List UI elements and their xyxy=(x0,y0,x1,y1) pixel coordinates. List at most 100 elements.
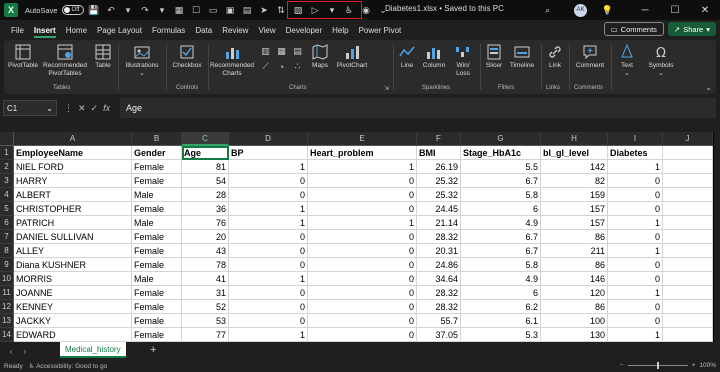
table-cell[interactable]: 0 xyxy=(308,244,417,258)
hierarchy-chart-icon[interactable]: ▦ xyxy=(275,45,288,58)
table-cell[interactable]: 54 xyxy=(182,174,229,188)
header-cell[interactable]: BMI xyxy=(417,146,461,160)
table-cell[interactable]: 20 xyxy=(182,230,229,244)
table-cell[interactable]: 20.31 xyxy=(417,244,461,258)
tab-help[interactable]: Help xyxy=(327,20,353,40)
empty-cell[interactable] xyxy=(663,328,713,342)
table-cell[interactable]: 130 xyxy=(541,328,608,342)
tab-view[interactable]: View xyxy=(253,20,280,40)
slicer-button[interactable]: Slicer xyxy=(482,44,506,70)
line-chart-icon[interactable]: ⟋ xyxy=(259,60,272,73)
zoom-out-icon[interactable]: − xyxy=(620,362,624,369)
table-cell[interactable]: 1 xyxy=(229,202,308,216)
empty-cell[interactable] xyxy=(663,286,713,300)
header-cell[interactable]: bl_gl_level xyxy=(541,146,608,160)
accessibility-status[interactable]: ♿ Accessibility: Good to go xyxy=(29,362,107,370)
table-cell[interactable]: 0 xyxy=(608,314,663,328)
column-header-c[interactable]: C xyxy=(182,132,229,146)
table-cell[interactable]: Male xyxy=(132,216,182,230)
close-button[interactable]: ✕ xyxy=(690,0,720,20)
table-cell[interactable]: 0 xyxy=(608,272,663,286)
header-cell[interactable]: Gender xyxy=(132,146,182,160)
table-cell[interactable]: ALLEY xyxy=(14,244,132,258)
table-cell[interactable]: 0 xyxy=(229,286,308,300)
column-header-a[interactable]: A xyxy=(14,132,132,146)
table-cell[interactable]: 1 xyxy=(608,244,663,258)
table-cell[interactable]: 28.32 xyxy=(417,300,461,314)
sort-icon[interactable]: ⇅ xyxy=(275,4,288,17)
table-cell[interactable]: 157 xyxy=(541,216,608,230)
empty-cell[interactable] xyxy=(663,160,713,174)
sparkline-winloss-button[interactable]: Win/ Loss xyxy=(450,44,476,77)
comments-button[interactable]: ▭ Comments xyxy=(603,22,664,36)
row-header-7[interactable]: 7 xyxy=(0,230,14,244)
row-header-11[interactable]: 11 xyxy=(0,286,14,300)
statistic-chart-icon[interactable]: ▤ xyxy=(291,45,304,58)
table-cell[interactable]: DANIEL SULLIVAN xyxy=(14,230,132,244)
name-box[interactable]: C1 ⌄ xyxy=(3,100,57,116)
scatter-chart-icon[interactable]: ∴ xyxy=(291,60,304,73)
table-cell[interactable]: 1 xyxy=(308,216,417,230)
tab-data[interactable]: Data xyxy=(190,20,217,40)
save-icon[interactable]: 💾 xyxy=(88,4,101,17)
column-header-e[interactable]: E xyxy=(308,132,417,146)
table-cell[interactable]: 0 xyxy=(229,244,308,258)
table-cell[interactable]: 6 xyxy=(461,202,541,216)
table-cell[interactable]: 0 xyxy=(308,272,417,286)
pivotchart-button[interactable]: PivotChart xyxy=(334,44,370,70)
tab-file[interactable]: File xyxy=(6,20,29,40)
table-cell[interactable]: PATRICH xyxy=(14,216,132,230)
timeline-button[interactable]: Timeline xyxy=(507,44,537,70)
table-cell[interactable]: 0 xyxy=(229,188,308,202)
table-cell[interactable]: 100 xyxy=(541,314,608,328)
form-icon[interactable]: ☐ xyxy=(190,4,203,17)
table-cell[interactable]: 159 xyxy=(541,188,608,202)
table-cell[interactable]: Female xyxy=(132,230,182,244)
table-cell[interactable]: 1 xyxy=(229,272,308,286)
table-cell[interactable]: 53 xyxy=(182,314,229,328)
zoom-level[interactable]: 100% xyxy=(699,362,716,369)
row-header-6[interactable]: 6 xyxy=(0,216,14,230)
empty-cell[interactable] xyxy=(663,300,713,314)
share-button[interactable]: ↗ Share ▾ xyxy=(667,22,716,36)
table-cell[interactable]: 41 xyxy=(182,272,229,286)
empty-cell[interactable] xyxy=(663,216,713,230)
table-cell[interactable]: 0 xyxy=(308,300,417,314)
table-cell[interactable]: 6.1 xyxy=(461,314,541,328)
table-cell[interactable]: 0 xyxy=(608,258,663,272)
table-cell[interactable]: 82 xyxy=(541,174,608,188)
picture-icon[interactable]: ▣ xyxy=(224,4,237,17)
sparkline-line-button[interactable]: Line xyxy=(396,44,418,70)
table-cell[interactable]: 24.45 xyxy=(417,202,461,216)
table-cell[interactable]: Female xyxy=(132,174,182,188)
column-header-h[interactable]: H xyxy=(541,132,608,146)
sheet-tab-medical-history[interactable]: Medical_history xyxy=(60,342,126,358)
table-cell[interactable]: 31 xyxy=(182,286,229,300)
table-cell[interactable]: 0 xyxy=(308,230,417,244)
table-cell[interactable]: MORRIS xyxy=(14,272,132,286)
empty-cell[interactable] xyxy=(663,174,713,188)
table-cell[interactable]: 28.32 xyxy=(417,286,461,300)
table-cell[interactable]: 5.8 xyxy=(461,258,541,272)
table-cell[interactable]: Female xyxy=(132,314,182,328)
undo-icon[interactable]: ↶ xyxy=(105,4,118,17)
empty-cell[interactable] xyxy=(663,314,713,328)
table-cell[interactable]: 6.2 xyxy=(461,300,541,314)
table-cell[interactable]: 157 xyxy=(541,202,608,216)
table-cell[interactable]: 77 xyxy=(182,328,229,342)
table-cell[interactable]: NIEL FORD xyxy=(14,160,132,174)
table-cell[interactable]: 142 xyxy=(541,160,608,174)
table-cell[interactable]: Female xyxy=(132,286,182,300)
table-cell[interactable]: 6 xyxy=(461,286,541,300)
document-title[interactable]: Diabetes1.xlsx • Saved to this PC xyxy=(385,4,504,13)
table-cell[interactable]: 28.32 xyxy=(417,230,461,244)
table-cell[interactable]: EDWARD xyxy=(14,328,132,342)
table-cell[interactable]: Female xyxy=(132,202,182,216)
recommended-pivottables-button[interactable]: Recommended PivotTables xyxy=(40,44,90,77)
text-button[interactable]: Text ⌄ xyxy=(615,44,639,77)
page-icon[interactable]: ▭ xyxy=(207,4,220,17)
table-cell[interactable]: 5.3 xyxy=(461,328,541,342)
table-cell[interactable]: 0 xyxy=(229,230,308,244)
tab-developer[interactable]: Developer xyxy=(281,20,327,40)
table-cell[interactable]: 37.05 xyxy=(417,328,461,342)
